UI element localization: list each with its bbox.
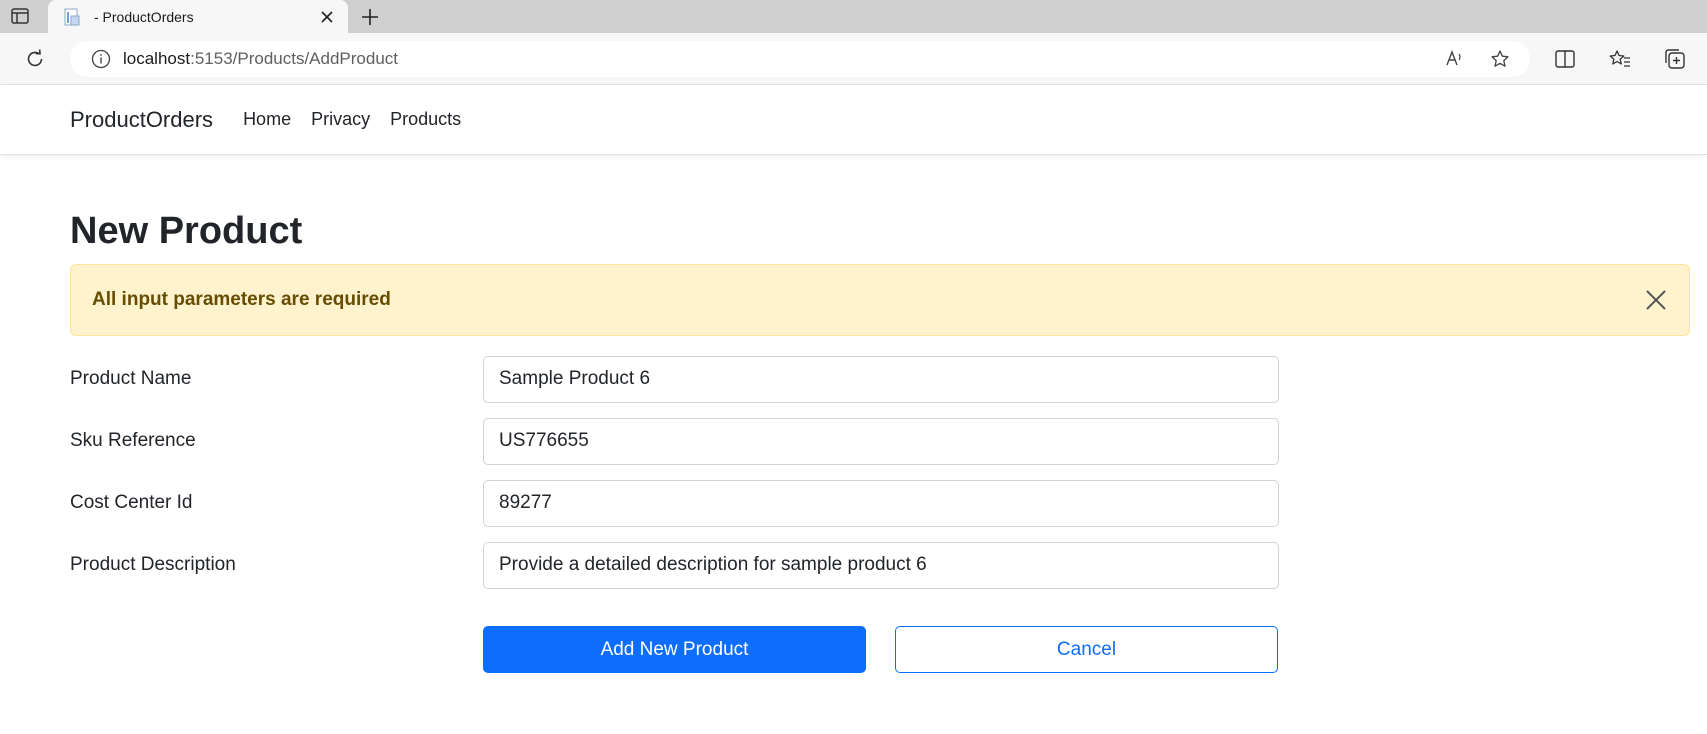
site-navbar: ProductOrders Home Privacy Products bbox=[0, 85, 1707, 155]
page-favicon-icon bbox=[62, 7, 84, 27]
product-description-label: Product Description bbox=[70, 554, 236, 575]
new-tab-icon[interactable] bbox=[356, 3, 384, 31]
warning-alert: All input parameters are required bbox=[70, 264, 1690, 336]
form-row-product-name: Product Name bbox=[70, 355, 1280, 403]
alert-message: All input parameters are required bbox=[92, 289, 391, 310]
tab-actions-icon[interactable] bbox=[8, 5, 32, 27]
nav-link-home[interactable]: Home bbox=[233, 109, 301, 130]
form-row-product-description: Product Description bbox=[70, 541, 1280, 589]
page-title: New Product bbox=[70, 210, 303, 252]
product-name-label: Product Name bbox=[70, 368, 192, 389]
read-aloud-icon[interactable] bbox=[1436, 41, 1472, 77]
main-content: New Product All input parameters are req… bbox=[70, 155, 1690, 673]
favorites-icon[interactable] bbox=[1607, 46, 1633, 72]
nav-link-products[interactable]: Products bbox=[380, 109, 471, 130]
form-row-cost-center-id: Cost Center Id bbox=[70, 479, 1280, 527]
add-new-product-button[interactable]: Add New Product bbox=[483, 626, 866, 673]
address-bar[interactable]: localhost:5153/Products/AddProduct bbox=[70, 41, 1530, 77]
site-info-icon[interactable] bbox=[91, 49, 111, 69]
close-tab-icon[interactable] bbox=[314, 4, 340, 30]
browser-toolbar: localhost:5153/Products/AddProduct bbox=[0, 33, 1707, 85]
form-row-sku-reference: Sku Reference bbox=[70, 417, 1280, 465]
url-text[interactable]: localhost:5153/Products/AddProduct bbox=[123, 49, 1436, 69]
collections-icon[interactable] bbox=[1662, 46, 1688, 72]
split-screen-icon[interactable] bbox=[1552, 46, 1578, 72]
cost-center-id-label: Cost Center Id bbox=[70, 492, 193, 513]
nav-link-privacy[interactable]: Privacy bbox=[301, 109, 380, 130]
tab-title: - ProductOrders bbox=[94, 8, 194, 25]
refresh-icon[interactable] bbox=[22, 46, 48, 72]
nav-links: Home Privacy Products bbox=[233, 109, 471, 130]
browser-tab-strip: - ProductOrders bbox=[0, 0, 1707, 33]
browser-tab-active[interactable]: - ProductOrders bbox=[48, 0, 348, 33]
cost-center-id-input[interactable] bbox=[483, 479, 1279, 527]
navbar-brand-link[interactable]: ProductOrders bbox=[70, 107, 213, 133]
favorite-star-icon[interactable] bbox=[1482, 41, 1518, 77]
sku-reference-label: Sku Reference bbox=[70, 430, 196, 451]
product-description-input[interactable] bbox=[483, 541, 1279, 589]
sku-reference-input[interactable] bbox=[483, 417, 1279, 465]
product-name-input[interactable] bbox=[483, 355, 1279, 403]
close-alert-icon[interactable] bbox=[1641, 285, 1671, 315]
cancel-button[interactable]: Cancel bbox=[895, 626, 1278, 673]
